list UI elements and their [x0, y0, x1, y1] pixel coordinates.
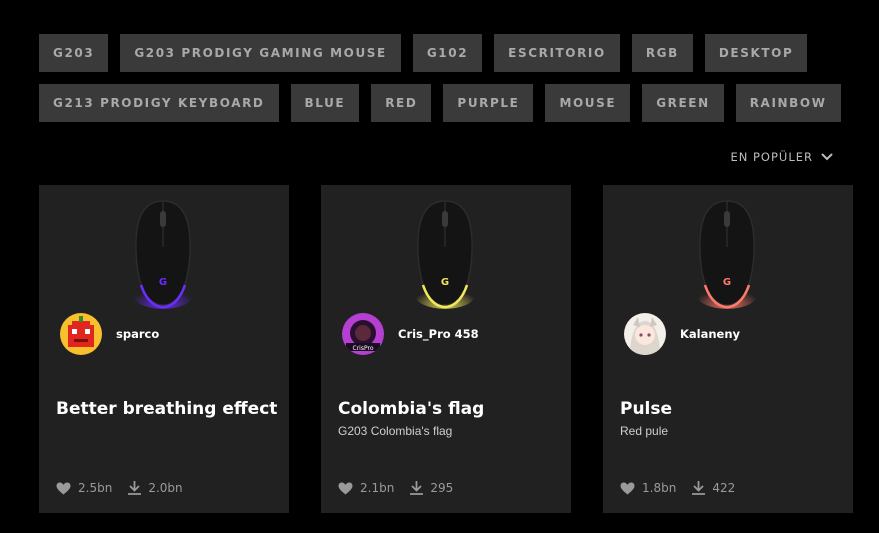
profile-card[interactable]: G CrisPro Cris_Pro 458 Colombia's flag G…	[321, 185, 571, 513]
tag-row-1: G203 G203 PRODIGY GAMING MOUSE G102 ESCR…	[39, 34, 839, 72]
tag-green[interactable]: GREEN	[642, 84, 724, 122]
card-title: Better breathing effect	[56, 399, 278, 419]
download-icon	[692, 481, 706, 495]
tag-rainbow[interactable]: RAINBOW	[735, 84, 841, 122]
tag-red[interactable]: RED	[371, 84, 432, 122]
download-icon	[128, 481, 142, 495]
downloads-count: 422	[712, 481, 736, 495]
author-info[interactable]: sparco	[60, 313, 159, 355]
card-stats: 1.8bn 422	[620, 481, 751, 495]
avatar	[624, 313, 666, 355]
card-subtitle: G203 Colombia's flag	[338, 424, 453, 438]
heart-icon	[620, 482, 635, 494]
svg-text:G: G	[159, 277, 167, 288]
author-name: Kalaneny	[680, 327, 741, 341]
likes-count: 2.5bn	[78, 481, 113, 495]
likes-stat[interactable]: 2.1bn	[338, 481, 394, 495]
mouse-image: G	[697, 200, 757, 309]
svg-text:G: G	[441, 277, 449, 288]
author-name: Cris_Pro 458	[398, 327, 479, 341]
downloads-stat[interactable]: 295	[410, 481, 453, 495]
avatar: CrisPro	[342, 313, 384, 355]
tag-row-2: G213 PRODIGY KEYBOARD BLUE RED PURPLE MO…	[39, 84, 841, 122]
tag-purple[interactable]: PURPLE	[443, 84, 534, 122]
svg-text:CrisPro: CrisPro	[353, 345, 374, 352]
tag-g213-prodigy-keyboard[interactable]: G213 PRODIGY KEYBOARD	[39, 84, 279, 122]
downloads-count: 295	[430, 481, 454, 495]
tag-desktop[interactable]: DESKTOP	[704, 34, 808, 72]
tag-g203-prodigy-gaming-mouse[interactable]: G203 PRODIGY GAMING MOUSE	[120, 34, 401, 72]
downloads-stat[interactable]: 422	[692, 481, 735, 495]
author-name: sparco	[116, 327, 160, 341]
card-stats: 2.1bn 295	[338, 481, 469, 495]
downloads-count: 2.0bn	[148, 481, 183, 495]
likes-stat[interactable]: 2.5bn	[56, 481, 112, 495]
profile-card[interactable]: G Kalaneny Pulse Red pule 1.8bn 422	[603, 185, 853, 513]
tag-blue[interactable]: BLUE	[290, 84, 360, 122]
card-title: Colombia's flag	[338, 399, 485, 419]
profile-card[interactable]: G sparco Better breathing effect 2.5bn 2…	[39, 185, 289, 513]
chevron-down-icon	[821, 153, 833, 161]
heart-icon	[56, 482, 71, 494]
tag-filter-list: G203 G203 PRODIGY GAMING MOUSE G102 ESCR…	[39, 34, 841, 134]
mouse-image: G	[415, 200, 475, 309]
download-icon	[410, 481, 424, 495]
mouse-image: G	[133, 200, 193, 309]
author-info[interactable]: CrisPro Cris_Pro 458	[342, 313, 479, 355]
svg-text:G: G	[723, 277, 731, 288]
tag-g102[interactable]: G102	[412, 34, 483, 72]
author-info[interactable]: Kalaneny	[624, 313, 740, 355]
profile-card-grid: G sparco Better breathing effect 2.5bn 2…	[39, 185, 854, 513]
tag-escritorio[interactable]: ESCRITORIO	[494, 34, 620, 72]
likes-count: 2.1bn	[360, 481, 395, 495]
downloads-stat[interactable]: 2.0bn	[128, 481, 183, 495]
sort-label: EN POPÜLER	[730, 150, 813, 164]
heart-icon	[338, 482, 353, 494]
card-subtitle: Red pule	[620, 424, 669, 438]
card-stats: 2.5bn 2.0bn	[56, 481, 199, 495]
card-title: Pulse	[620, 399, 673, 419]
likes-count: 1.8bn	[642, 481, 677, 495]
likes-stat[interactable]: 1.8bn	[620, 481, 676, 495]
avatar	[60, 313, 102, 355]
tag-rgb[interactable]: RGB	[631, 34, 693, 72]
tag-g203[interactable]: G203	[39, 34, 109, 72]
sort-dropdown[interactable]: EN POPÜLER	[730, 150, 833, 164]
tag-mouse[interactable]: MOUSE	[545, 84, 631, 122]
